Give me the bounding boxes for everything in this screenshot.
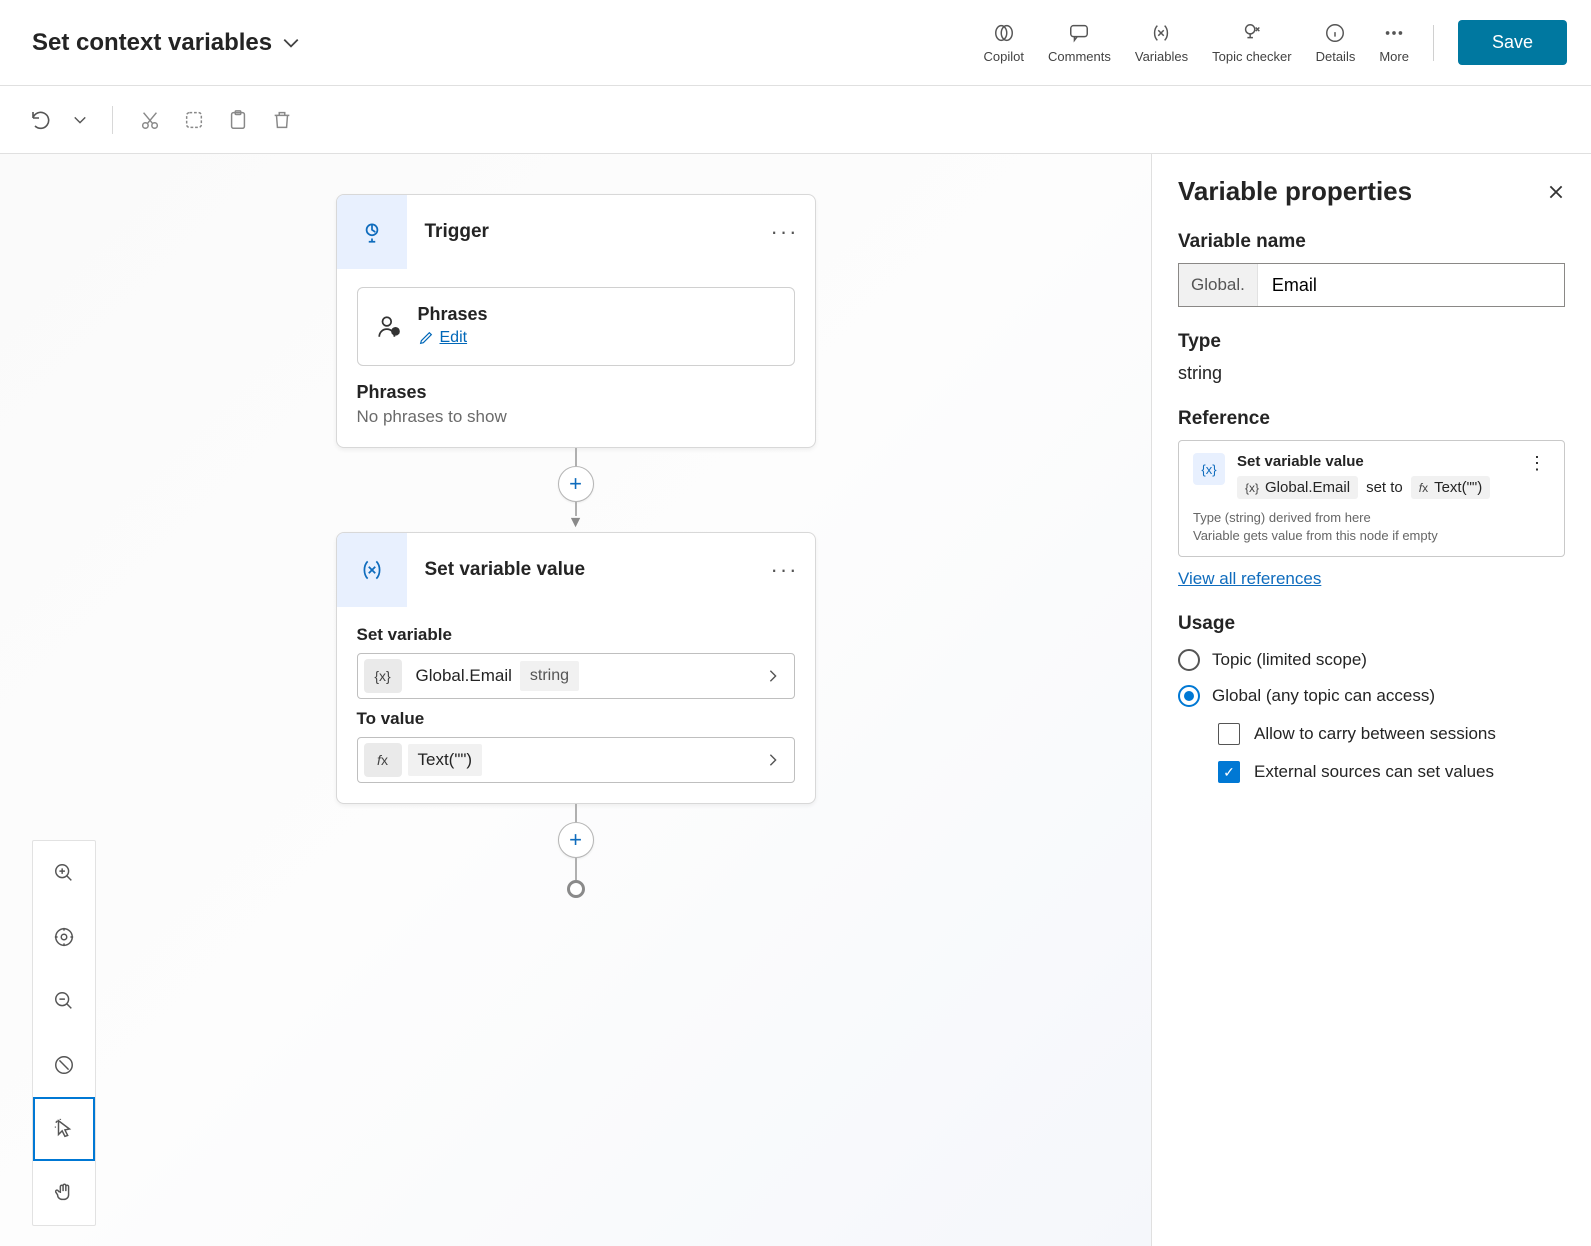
usage-topic-radio[interactable]: Topic (limited scope): [1178, 649, 1565, 671]
variable-chip-type: string: [520, 661, 579, 691]
comments-button[interactable]: Comments: [1048, 21, 1111, 64]
carry-sessions-checkbox[interactable]: Allow to carry between sessions: [1218, 723, 1565, 745]
node-more-button[interactable]: ···: [771, 557, 799, 583]
phrases-edit-link[interactable]: Edit: [418, 329, 468, 347]
set-variable-field[interactable]: {x} Global.Email string: [357, 653, 795, 699]
zoom-out-button[interactable]: [33, 969, 95, 1033]
trigger-title: Trigger: [425, 221, 753, 243]
fit-button[interactable]: [33, 905, 95, 969]
reference-title: Set variable value: [1237, 453, 1512, 470]
arrow-down-icon: ▼: [568, 514, 584, 532]
external-sources-checkbox[interactable]: ✓ External sources can set values: [1218, 761, 1565, 783]
more-icon: [1382, 21, 1406, 45]
more-button[interactable]: More: [1379, 21, 1409, 64]
variable-name-label: Variable name: [1178, 231, 1565, 253]
phrases-user-icon: ···: [376, 314, 402, 340]
trigger-node[interactable]: Trigger ··· ··· Phrases Edit: [336, 194, 816, 448]
undo-history-button[interactable]: [72, 107, 88, 133]
app-header: Set context variables Copilot Comments V…: [0, 0, 1591, 86]
set-variable-title: Set variable value: [425, 559, 753, 581]
copilot-icon: [992, 21, 1016, 45]
view-all-references-link[interactable]: View all references: [1178, 569, 1321, 589]
topic-title: Set context variables: [32, 29, 272, 57]
variable-name-prefix: Global.: [1179, 264, 1258, 306]
topic-checker-button[interactable]: Topic checker: [1212, 21, 1291, 64]
variables-icon: [1149, 21, 1173, 45]
select-tool-button[interactable]: [33, 1097, 95, 1161]
add-node-button[interactable]: +: [558, 466, 594, 502]
delete-button[interactable]: [269, 107, 295, 133]
variable-chip-name: Global.Email: [408, 666, 520, 686]
phrases-config-box[interactable]: ··· Phrases Edit: [357, 287, 795, 366]
to-value-expression: Text(""): [408, 744, 483, 776]
svg-text:···: ···: [391, 327, 399, 336]
chevron-right-icon: [752, 669, 794, 683]
set-variable-label: Set variable: [357, 625, 795, 645]
variable-name-input[interactable]: [1258, 264, 1564, 306]
cut-button[interactable]: [137, 107, 163, 133]
chevron-down-icon: [282, 34, 300, 52]
save-button[interactable]: Save: [1458, 20, 1567, 65]
trigger-icon: [337, 195, 407, 269]
copy-button[interactable]: [181, 107, 207, 133]
details-button[interactable]: Details: [1316, 21, 1356, 64]
type-label: Type: [1178, 331, 1565, 353]
editor-toolbar: [0, 86, 1591, 154]
phrases-empty-text: No phrases to show: [357, 407, 795, 427]
authoring-canvas[interactable]: Trigger ··· ··· Phrases Edit: [0, 154, 1151, 1246]
undo-button[interactable]: [28, 107, 54, 133]
close-panel-button[interactable]: [1547, 183, 1565, 201]
variable-properties-panel: Variable properties Variable name Global…: [1151, 154, 1591, 1246]
reference-more-button[interactable]: ⋮: [1524, 453, 1550, 474]
paste-button[interactable]: [225, 107, 251, 133]
reset-zoom-button[interactable]: [33, 1033, 95, 1097]
phrases-box-title: Phrases: [418, 304, 776, 325]
comments-icon: [1067, 21, 1091, 45]
to-value-label: To value: [357, 709, 795, 729]
end-node: [567, 880, 585, 898]
info-icon: [1323, 21, 1347, 45]
reference-icon: {x}: [1193, 453, 1225, 485]
reference-label: Reference: [1178, 408, 1565, 430]
fx-icon: fx: [364, 743, 402, 777]
variables-button[interactable]: Variables: [1135, 21, 1188, 64]
add-node-button[interactable]: +: [558, 822, 594, 858]
node-more-button[interactable]: ···: [771, 219, 799, 245]
reference-card[interactable]: {x} Set variable value {x}Global.Email s…: [1178, 440, 1565, 557]
phrases-label: Phrases: [357, 382, 795, 403]
topic-checker-icon: [1240, 21, 1264, 45]
variable-chip-icon: {x}: [364, 659, 402, 693]
reference-note: Type (string) derived from here Variable…: [1193, 509, 1550, 544]
usage-global-radio[interactable]: Global (any topic can access): [1178, 685, 1565, 707]
set-variable-icon: [337, 533, 407, 607]
topic-title-dropdown[interactable]: Set context variables: [32, 29, 300, 57]
variable-name-field[interactable]: Global.: [1178, 263, 1565, 307]
chevron-right-icon: [752, 753, 794, 767]
separator: [112, 106, 113, 134]
panel-title: Variable properties: [1178, 176, 1412, 207]
type-value: string: [1178, 363, 1565, 384]
zoom-toolbar: [32, 840, 96, 1226]
set-variable-node[interactable]: Set variable value ··· Set variable {x} …: [336, 532, 816, 804]
usage-label: Usage: [1178, 613, 1565, 635]
zoom-in-button[interactable]: [33, 841, 95, 905]
pan-tool-button[interactable]: [33, 1161, 95, 1225]
header-actions: Copilot Comments Variables Topic checker…: [984, 20, 1567, 65]
divider: [1433, 25, 1434, 61]
copilot-button[interactable]: Copilot: [984, 21, 1024, 64]
to-value-field[interactable]: fx Text(""): [357, 737, 795, 783]
